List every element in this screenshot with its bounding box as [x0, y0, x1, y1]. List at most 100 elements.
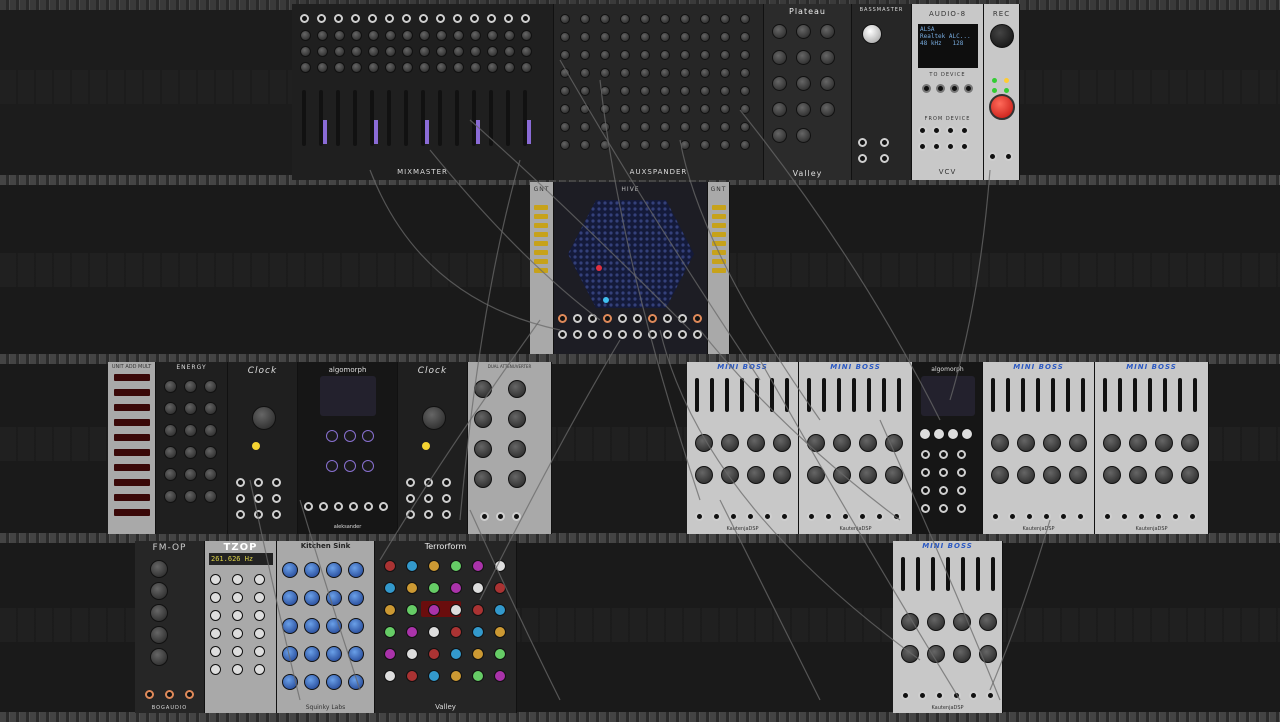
fmop-knob[interactable]: [150, 582, 168, 600]
gain-knob[interactable]: [990, 24, 1014, 48]
hive-jack[interactable]: [693, 330, 702, 339]
aux-knob[interactable]: [740, 104, 750, 114]
output-jack[interactable]: [932, 142, 941, 151]
miniboss-jack[interactable]: [1025, 512, 1034, 521]
miniboss-jack[interactable]: [875, 512, 884, 521]
aux-knob[interactable]: [680, 122, 690, 132]
adsr-fader[interactable]: [695, 378, 699, 412]
mix-knob[interactable]: [385, 30, 396, 41]
fmop-jack[interactable]: [165, 690, 174, 699]
aux-knob[interactable]: [680, 140, 690, 150]
ks-knob[interactable]: [348, 646, 364, 662]
clock-jack[interactable]: [254, 478, 263, 487]
mix-knob[interactable]: [368, 46, 379, 57]
input-jack[interactable]: [436, 14, 445, 23]
miniboss-jack[interactable]: [780, 512, 789, 521]
miniboss-jack[interactable]: [807, 512, 816, 521]
miniboss-jack[interactable]: [824, 512, 833, 521]
reverb-knob[interactable]: [772, 76, 787, 91]
ks-knob[interactable]: [348, 618, 364, 634]
aux-knob[interactable]: [700, 14, 710, 24]
atten-jack[interactable]: [480, 512, 489, 521]
miniboss-knob[interactable]: [1069, 434, 1087, 452]
input-jack[interactable]: [521, 14, 530, 23]
miniboss-knob[interactable]: [1129, 466, 1147, 484]
miniboss-knob[interactable]: [1129, 434, 1147, 452]
miniboss-knob[interactable]: [1103, 466, 1121, 484]
bass-jack[interactable]: [880, 154, 889, 163]
adsr-fader[interactable]: [1178, 378, 1182, 412]
miniboss-knob[interactable]: [1017, 434, 1035, 452]
mix-knob[interactable]: [453, 62, 464, 73]
mix-knob[interactable]: [317, 62, 328, 73]
mix-knob[interactable]: [368, 62, 379, 73]
miniboss-knob[interactable]: [721, 466, 739, 484]
tzop-knob[interactable]: [210, 664, 221, 675]
input-jack[interactable]: [922, 84, 931, 93]
mix-knob[interactable]: [521, 30, 532, 41]
reverb-knob[interactable]: [796, 24, 811, 39]
hive-jack[interactable]: [603, 314, 612, 323]
input-jack[interactable]: [936, 84, 945, 93]
tf-knob[interactable]: [406, 560, 418, 572]
miniboss-knob[interactable]: [807, 466, 825, 484]
clock-jack[interactable]: [424, 510, 433, 519]
mix-knob[interactable]: [419, 46, 430, 57]
adsr-fader[interactable]: [1163, 378, 1167, 412]
ks-knob[interactable]: [326, 674, 342, 690]
aux-knob[interactable]: [580, 68, 590, 78]
ks-knob[interactable]: [282, 646, 298, 662]
miniboss-knob[interactable]: [1155, 434, 1173, 452]
tzop-knob[interactable]: [232, 628, 243, 639]
reverb-knob[interactable]: [796, 128, 811, 143]
energy-knob[interactable]: [184, 490, 197, 503]
tzop-knob[interactable]: [210, 610, 221, 621]
miniboss-knob[interactable]: [1069, 466, 1087, 484]
miniboss-knob[interactable]: [1043, 434, 1061, 452]
aux-knob[interactable]: [720, 104, 730, 114]
tf-knob[interactable]: [450, 604, 462, 616]
reverb-knob[interactable]: [772, 50, 787, 65]
ks-knob[interactable]: [304, 646, 320, 662]
mix-knob[interactable]: [453, 30, 464, 41]
energy-knob[interactable]: [164, 446, 177, 459]
mix-knob[interactable]: [487, 30, 498, 41]
adsr-fader[interactable]: [1081, 378, 1085, 412]
aux-knob[interactable]: [720, 122, 730, 132]
hive-jack[interactable]: [648, 314, 657, 323]
tf-knob[interactable]: [494, 626, 506, 638]
energy-knob[interactable]: [204, 468, 217, 481]
adsr-fader[interactable]: [1133, 378, 1137, 412]
adsr-fader[interactable]: [822, 378, 826, 412]
mix-knob[interactable]: [300, 46, 311, 57]
tf-knob[interactable]: [406, 648, 418, 660]
reverb-knob[interactable]: [772, 128, 787, 143]
reverb-knob[interactable]: [796, 102, 811, 117]
algo-jack[interactable]: [957, 468, 966, 477]
bass-jack[interactable]: [858, 154, 867, 163]
aux-knob[interactable]: [740, 68, 750, 78]
aux-knob[interactable]: [660, 14, 670, 24]
miniboss-jack[interactable]: [695, 512, 704, 521]
miniboss-jack[interactable]: [1188, 512, 1197, 521]
aux-knob[interactable]: [600, 122, 610, 132]
atten-knob[interactable]: [508, 440, 526, 458]
ks-knob[interactable]: [304, 590, 320, 606]
clock-jack[interactable]: [236, 494, 245, 503]
aux-knob[interactable]: [660, 68, 670, 78]
aux-knob[interactable]: [720, 32, 730, 42]
mix-knob[interactable]: [317, 46, 328, 57]
atten-knob[interactable]: [508, 380, 526, 398]
reverb-knob[interactable]: [796, 50, 811, 65]
mix-knob[interactable]: [334, 46, 345, 57]
aux-knob[interactable]: [560, 32, 570, 42]
mix-knob[interactable]: [385, 46, 396, 57]
ks-knob[interactable]: [326, 646, 342, 662]
mix-knob[interactable]: [521, 62, 532, 73]
input-jack[interactable]: [453, 14, 462, 23]
tf-knob[interactable]: [384, 582, 396, 594]
aux-knob[interactable]: [620, 14, 630, 24]
miniboss-jack[interactable]: [892, 512, 901, 521]
channel-fader[interactable]: [302, 90, 306, 146]
adsr-fader[interactable]: [901, 557, 905, 591]
